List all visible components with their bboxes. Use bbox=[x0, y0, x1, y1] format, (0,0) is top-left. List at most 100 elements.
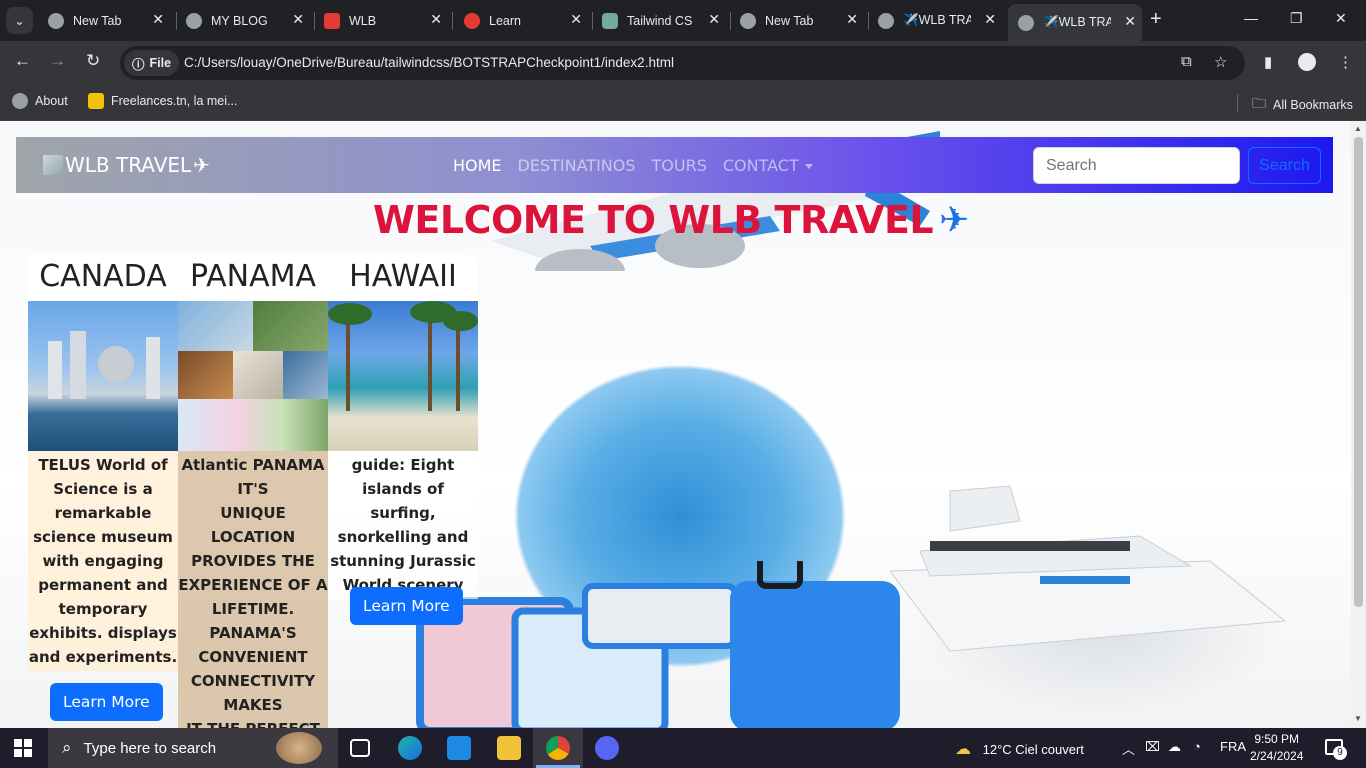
tab-wlb-travel-active[interactable]: ✈️WLB TRAVEL ✕ bbox=[1008, 4, 1142, 41]
profile-avatar[interactable] bbox=[1298, 53, 1316, 71]
taskbar-clock[interactable]: 9:50 PM 2/24/2024 bbox=[1250, 731, 1303, 765]
forward-arrow-icon[interactable]: → bbox=[49, 51, 66, 71]
chrome-icon[interactable] bbox=[546, 736, 570, 760]
onedrive-cloud-icon[interactable]: ☁ bbox=[1168, 739, 1181, 755]
network-icon[interactable]: ◔ bbox=[1193, 739, 1201, 754]
translate-icon[interactable]: ⧉ bbox=[1181, 53, 1192, 70]
side-panel-icon[interactable]: ▮ bbox=[1264, 53, 1272, 71]
back-arrow-icon[interactable]: ← bbox=[14, 51, 31, 71]
close-icon[interactable]: ✕ bbox=[430, 11, 442, 28]
file-explorer-icon[interactable] bbox=[497, 736, 521, 760]
tab-title: ✈️WLB TRAVEL bbox=[903, 13, 971, 27]
reload-icon[interactable]: ↻ bbox=[86, 51, 100, 71]
tab-new-tab-1[interactable]: New Tab ✕ bbox=[38, 6, 170, 35]
vscode-icon[interactable] bbox=[447, 736, 471, 760]
minimize-icon[interactable]: — bbox=[1244, 10, 1258, 26]
nav-link-contact[interactable]: CONTACT bbox=[723, 156, 813, 175]
tab-title: Learn bbox=[489, 13, 521, 28]
nav-link-destinations[interactable]: DESTINATINOS bbox=[518, 156, 636, 175]
site-info-chip[interactable]: ⓘ File bbox=[124, 50, 180, 76]
card-description: Atlantic PANAMA IT'S UNIQUE LOCATION PRO… bbox=[178, 451, 328, 728]
weather-text: 12°C Ciel couvert bbox=[982, 742, 1084, 757]
show-hidden-icons-chevron-icon[interactable]: ︿ bbox=[1122, 739, 1135, 758]
close-icon[interactable]: ✕ bbox=[1124, 13, 1136, 30]
chatgpt-icon bbox=[602, 12, 618, 29]
close-icon[interactable]: ✕ bbox=[570, 11, 582, 28]
scheme-label: File bbox=[149, 56, 172, 70]
canada-photo bbox=[28, 301, 178, 451]
hawaii-learn-more-button[interactable]: Learn More bbox=[350, 587, 463, 625]
tab-title: New Tab bbox=[765, 13, 814, 28]
globe-icon bbox=[186, 12, 202, 29]
bookmarks-bar: About Freelances.tn, la mei... 🗀 All Boo… bbox=[0, 85, 1366, 121]
tab-learn[interactable]: Learn ✕ bbox=[454, 6, 588, 35]
tab-wlb[interactable]: WLB ✕ bbox=[314, 6, 448, 35]
red-d-icon bbox=[324, 12, 340, 29]
tab-title: New Tab bbox=[73, 13, 122, 28]
tab-my-blog[interactable]: MY BLOG ✕ bbox=[176, 6, 310, 35]
nav-link-home[interactable]: HOME bbox=[453, 156, 502, 175]
card-description: TELUS World of Science is a remarkable s… bbox=[28, 451, 178, 671]
bookmark-star-icon[interactable]: ☆ bbox=[1214, 53, 1227, 71]
device-icon[interactable]: ⌧ bbox=[1145, 739, 1160, 755]
address-bar[interactable]: ⓘ File C:/Users/louay/OneDrive/Bureau/ta… bbox=[120, 46, 1245, 80]
red-circle-icon bbox=[464, 12, 480, 29]
tab-new-tab-2[interactable]: New Tab ✕ bbox=[730, 6, 864, 35]
close-icon[interactable]: ✕ bbox=[152, 11, 164, 28]
yacht-illustration bbox=[890, 485, 1285, 652]
windows-start-icon[interactable] bbox=[14, 739, 32, 757]
edge-icon[interactable] bbox=[398, 736, 422, 760]
globe-icon bbox=[878, 12, 894, 29]
welcome-text: WELCOME TO WLB TRAVEL bbox=[373, 198, 934, 242]
tab-strip: ⌄ New Tab ✕ MY BLOG ✕ WLB ✕ Learn ✕ Tail… bbox=[0, 0, 1366, 41]
info-icon: ⓘ bbox=[132, 57, 145, 72]
brand-image-icon bbox=[43, 155, 63, 175]
close-icon[interactable]: ✕ bbox=[984, 11, 996, 28]
restore-icon[interactable]: ❐ bbox=[1290, 10, 1303, 27]
discord-icon[interactable] bbox=[595, 736, 619, 760]
card-description: guide: Eight islands of surfing, snorkel… bbox=[328, 451, 478, 599]
notification-badge: 9 bbox=[1333, 746, 1347, 760]
window-close-icon[interactable]: ✕ bbox=[1335, 10, 1347, 27]
url-text[interactable]: C:/Users/louay/OneDrive/Bureau/tailwindc… bbox=[184, 55, 674, 70]
tab-wlb-travel-1[interactable]: ✈️WLB TRAVEL ✕ bbox=[868, 6, 1002, 35]
scroll-down-icon[interactable]: ▼ bbox=[1354, 714, 1362, 723]
card-title: CANADA bbox=[28, 255, 178, 301]
menu-kebab-icon[interactable]: ⋮ bbox=[1338, 53, 1353, 71]
input-language[interactable]: FRA bbox=[1220, 739, 1246, 754]
search-icon: ⌕ bbox=[62, 738, 72, 757]
tab-title: WLB bbox=[349, 13, 377, 28]
card-title: PANAMA bbox=[178, 255, 328, 301]
all-bookmarks-label: All Bookmarks bbox=[1273, 98, 1353, 112]
tab-title: MY BLOG bbox=[211, 13, 268, 28]
close-icon[interactable]: ✕ bbox=[846, 11, 858, 28]
site-brand[interactable]: WLB TRAVEL ✈ bbox=[43, 153, 210, 177]
airplane-icon: ✈ bbox=[939, 199, 969, 241]
page-scrollbar[interactable]: ▲ ▼ bbox=[1351, 121, 1366, 728]
tab-tailwind[interactable]: Tailwind CSS ✕ bbox=[592, 6, 726, 35]
nav-link-tours[interactable]: TOURS bbox=[652, 156, 707, 175]
bookmark-about[interactable]: About bbox=[12, 93, 68, 109]
luggage-illustration bbox=[416, 561, 900, 728]
new-tab-plus-icon[interactable]: + bbox=[1150, 8, 1162, 31]
taskbar-search-box[interactable]: ⌕ Type here to search bbox=[48, 728, 338, 768]
tab-search-button[interactable]: ⌄ bbox=[6, 7, 33, 34]
scrollbar-thumb[interactable] bbox=[1354, 137, 1363, 607]
destination-card-panama: PANAMA Atlantic PANAMA IT'S UNIQUE LOCAT… bbox=[178, 255, 328, 728]
search-highlight-image bbox=[276, 732, 322, 764]
scroll-up-icon[interactable]: ▲ bbox=[1354, 124, 1362, 133]
bookmark-freelances[interactable]: Freelances.tn, la mei... bbox=[88, 93, 237, 109]
hawaii-beach-photo bbox=[328, 301, 478, 451]
search-button[interactable]: Search bbox=[1248, 147, 1321, 184]
canada-learn-more-button[interactable]: Learn More bbox=[50, 683, 163, 721]
tab-title: ✈️WLB TRAVEL bbox=[1043, 15, 1111, 29]
task-view-icon[interactable] bbox=[350, 739, 370, 757]
close-icon[interactable]: ✕ bbox=[292, 11, 304, 28]
airplane-icon: ✈ bbox=[193, 153, 210, 177]
close-icon[interactable]: ✕ bbox=[708, 11, 720, 28]
weather-widget[interactable]: ☁ 12°C Ciel couvert bbox=[955, 739, 1084, 759]
search-input[interactable]: Search bbox=[1033, 147, 1240, 184]
panama-collage-photo bbox=[178, 301, 328, 451]
all-bookmarks[interactable]: 🗀 All Bookmarks bbox=[1252, 93, 1353, 117]
globe-icon bbox=[12, 93, 28, 109]
